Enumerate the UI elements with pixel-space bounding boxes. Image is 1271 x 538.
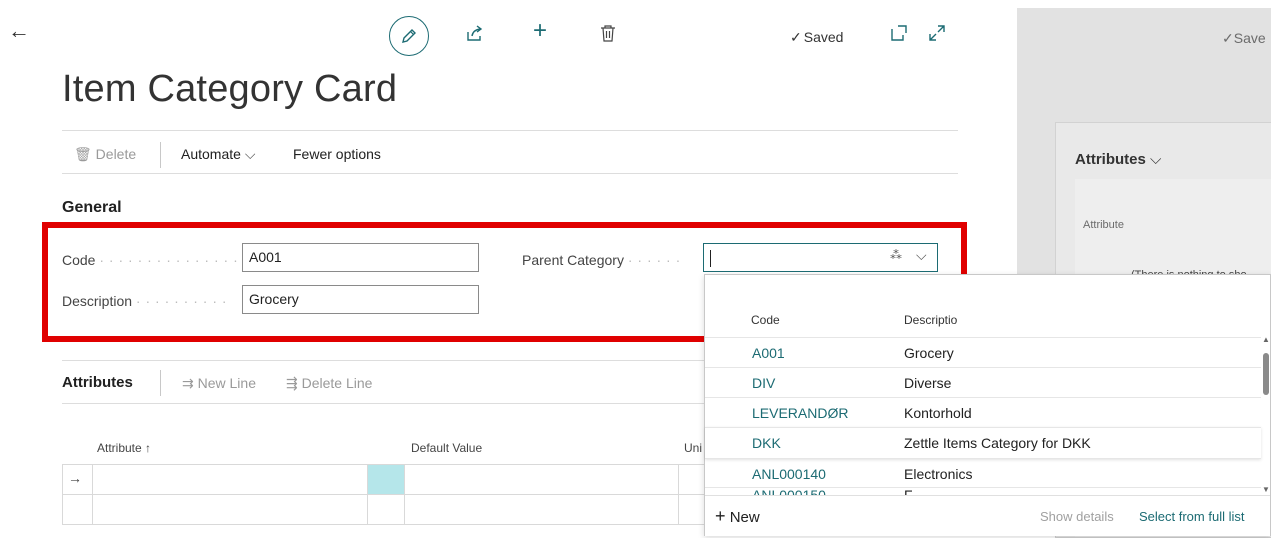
scroll-thumb[interactable]: [1263, 353, 1269, 395]
divider: [62, 130, 958, 131]
lookup-description: Electronics: [904, 466, 973, 482]
lookup-description: Diverse: [904, 375, 952, 391]
attribute-column-header[interactable]: Attribute ↑: [97, 441, 151, 455]
select-full-list-link[interactable]: Select from full list: [1139, 509, 1244, 524]
scroll-up-icon[interactable]: ▲: [1262, 335, 1270, 344]
delete-line-icon: ⇶: [286, 375, 298, 391]
delete-icon[interactable]: [600, 24, 616, 47]
share-icon[interactable]: [466, 24, 484, 47]
grid-line: [404, 464, 405, 524]
grid-line: [62, 494, 704, 495]
back-arrow-icon[interactable]: ←: [8, 18, 30, 44]
add-icon: +: [715, 506, 726, 526]
row-arrow-icon: →: [68, 470, 82, 486]
lookup-scrollbar[interactable]: ▲ ▼: [1261, 335, 1271, 495]
toolbar-separator: [160, 142, 161, 168]
lookup-description: Zettle Items Category for DKK: [904, 435, 1091, 451]
fewer-options-button[interactable]: Fewer options: [293, 146, 381, 162]
list-item[interactable]: A001 Grocery: [705, 337, 1261, 368]
chevron-down-icon: ⌵: [244, 146, 256, 162]
automate-menu[interactable]: Automate ⌵: [181, 146, 255, 163]
default-value-column-header[interactable]: Default Value: [411, 441, 482, 455]
toolbar-separator: [160, 370, 161, 396]
divider: [62, 173, 958, 174]
grid-line: [92, 464, 93, 524]
background-saved-status: ✓Save: [1222, 30, 1266, 46]
delete-icon: 🗑: [74, 146, 92, 162]
delete-line-button[interactable]: ⇶ Delete Line: [286, 375, 372, 392]
show-details-button[interactable]: Show details: [1040, 509, 1114, 524]
general-section-title: General: [62, 199, 122, 216]
edit-icon[interactable]: [389, 16, 429, 56]
background-attributes-title: Attributes ⌵: [1075, 151, 1162, 168]
page-title: Item Category Card: [62, 68, 398, 110]
grid-line: [62, 524, 704, 525]
unit-column-header[interactable]: Uni: [684, 441, 702, 455]
new-line-icon: ⇉: [182, 375, 194, 391]
grid-line: [62, 464, 63, 524]
lookup-code[interactable]: ANL000140: [752, 466, 826, 482]
list-item[interactable]: DKK Zettle Items Category for DKK: [705, 427, 1261, 459]
lookup-code[interactable]: DIV: [752, 375, 775, 391]
attributes-section-title: Attributes: [62, 374, 133, 391]
open-new-window-icon[interactable]: [890, 24, 908, 47]
lookup-footer: + New Show details Select from full list: [705, 495, 1270, 536]
scroll-down-icon[interactable]: ▼: [1262, 485, 1270, 494]
lookup-code[interactable]: DKK: [752, 435, 781, 451]
lookup-description-header[interactable]: Descriptio: [904, 313, 957, 327]
lookup-code-header[interactable]: Code: [751, 313, 780, 327]
lookup-code[interactable]: A001: [752, 345, 785, 361]
parent-category-lookup[interactable]: Code Descriptio A001 Grocery DIV Diverse…: [704, 274, 1271, 536]
background-attribute-column: Attribute: [1083, 219, 1124, 231]
new-line-button[interactable]: ⇉ New Line: [182, 375, 256, 392]
delete-action[interactable]: 🗑 Delete: [74, 146, 136, 163]
selected-cell[interactable]: [368, 465, 404, 494]
list-item[interactable]: LEVERANDØR Kontorhold: [705, 397, 1261, 428]
new-button[interactable]: + New: [715, 506, 760, 527]
list-item[interactable]: ANL000140 Electronics: [705, 458, 1261, 489]
list-item[interactable]: DIV Diverse: [705, 367, 1261, 398]
grid-line: [678, 464, 679, 524]
lookup-description: Grocery: [904, 345, 954, 361]
lookup-code[interactable]: LEVERANDØR: [752, 405, 848, 421]
expand-icon[interactable]: [928, 24, 946, 47]
lookup-description: Kontorhold: [904, 405, 972, 421]
add-icon[interactable]: +: [533, 19, 547, 43]
saved-status: ✓ Saved: [790, 29, 844, 45]
